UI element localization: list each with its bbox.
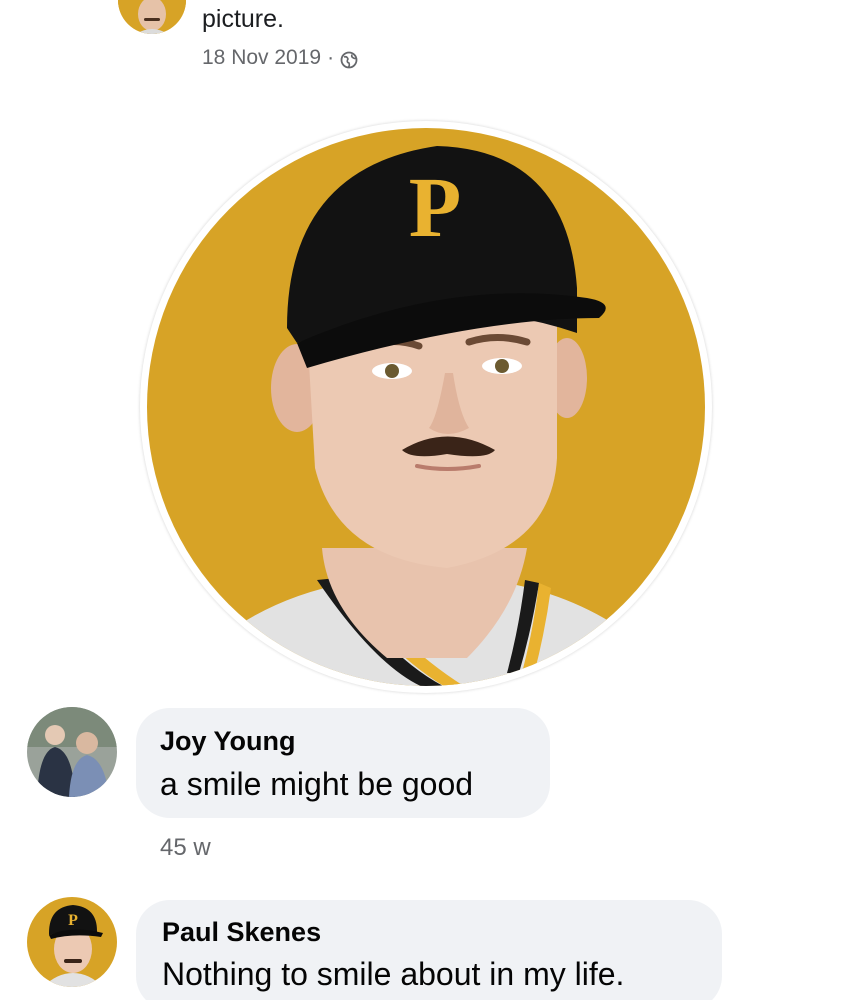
post-text: picture. <box>202 5 284 33</box>
post-meta: 18 Nov 2019 · <box>202 44 358 72</box>
comment-avatar-paul-skenes[interactable]: P <box>27 897 117 987</box>
comment-author[interactable]: Joy Young <box>160 726 296 757</box>
comment-timestamp[interactable]: 45 w <box>160 834 211 862</box>
post-date[interactable]: 18 Nov 2019 <box>202 44 321 72</box>
comment-author[interactable]: Paul Skenes <box>162 917 321 948</box>
post-author-avatar[interactable] <box>118 0 186 34</box>
comment-avatar-joy-young[interactable] <box>27 707 117 797</box>
facebook-post-screenshot: picture. 18 Nov 2019 · P Joy Young a smi… <box>0 0 849 1000</box>
profile-picture[interactable]: P <box>147 128 705 686</box>
comment-text: a smile might be good <box>160 766 474 802</box>
globe-icon[interactable] <box>340 49 358 69</box>
meta-separator: · <box>327 46 335 69</box>
svg-text:P: P <box>68 912 78 929</box>
cap-logo: P <box>409 159 462 255</box>
comment-text: Nothing to smile about in my life. <box>162 956 625 992</box>
